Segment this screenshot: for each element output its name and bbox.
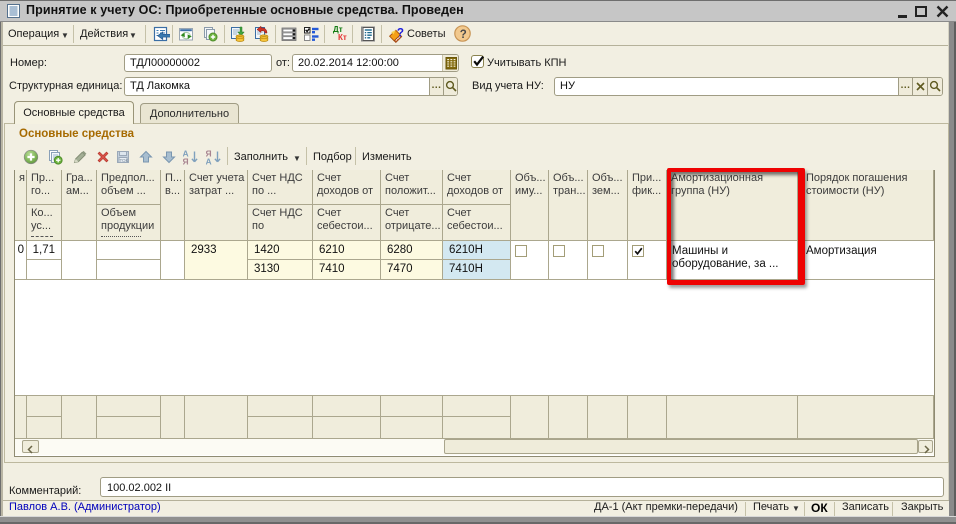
svg-text:?: ? xyxy=(460,29,467,41)
svg-text:А: А xyxy=(206,157,212,166)
svg-text:ТОК: ТОК xyxy=(120,158,129,163)
svg-text:Я: Я xyxy=(183,157,189,166)
svg-text:?: ? xyxy=(397,26,404,39)
